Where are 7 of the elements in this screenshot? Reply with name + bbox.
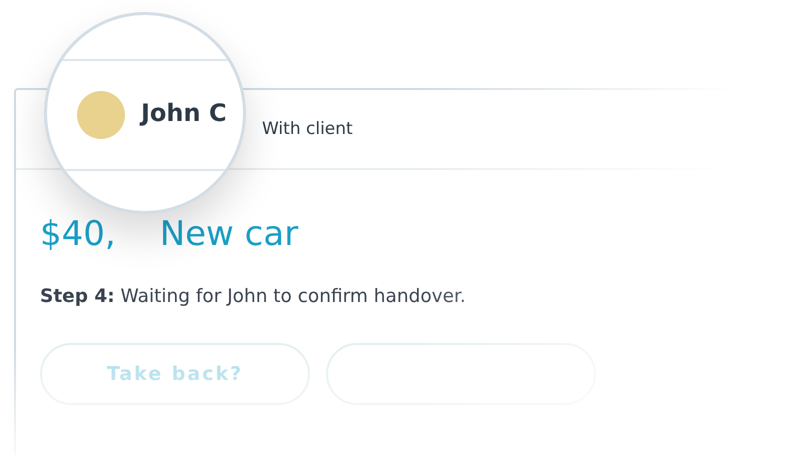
step-text: Step 4: Waiting for John to confirm handover.	[40, 286, 467, 307]
deal-amount: $40,	[40, 214, 116, 254]
client-name: John C	[141, 99, 227, 127]
avatar-icon	[77, 91, 125, 139]
take-back-button[interactable]: Take back?	[40, 343, 310, 405]
deal-title: New car	[160, 214, 298, 254]
status-label: With client	[262, 119, 353, 139]
